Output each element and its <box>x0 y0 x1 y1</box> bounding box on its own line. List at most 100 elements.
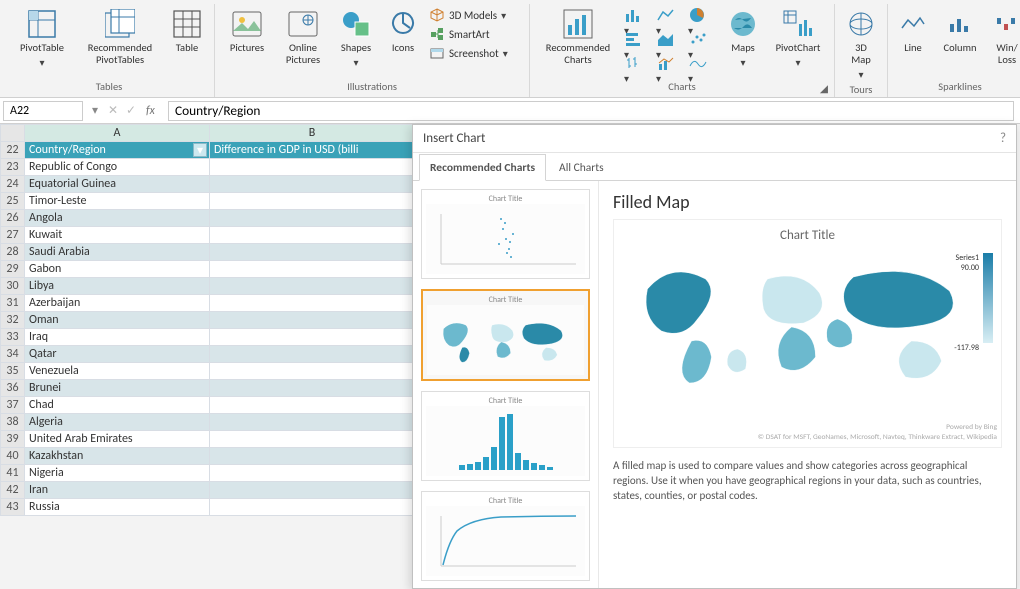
chart-thumbnail-scatter[interactable]: Chart Title <box>421 189 590 279</box>
cell-country[interactable]: Venezuela <box>25 363 210 380</box>
table-row[interactable]: 32Oman <box>1 312 415 329</box>
column-chart-button[interactable]: ▾ <box>624 6 654 28</box>
table-row[interactable]: 39United Arab Emirates <box>1 431 415 448</box>
table-header-gdp[interactable]: Difference in GDP in USD (billi <box>210 142 415 159</box>
table-row[interactable]: 29Gabon <box>1 261 415 278</box>
fx-label[interactable]: fx <box>140 104 168 118</box>
formula-input[interactable] <box>168 101 1014 121</box>
combo-chart-button[interactable]: ▾ <box>656 54 686 76</box>
row-header[interactable]: 31 <box>1 295 25 312</box>
table-header-country[interactable]: Country/Region ▾ <box>25 142 210 159</box>
recommended-charts-button[interactable]: Recommended Charts <box>536 4 620 66</box>
column-header-b[interactable]: B <box>210 125 415 142</box>
table-row[interactable]: 30Libya <box>1 278 415 295</box>
cell-country[interactable]: Equatorial Guinea <box>25 176 210 193</box>
stock-chart-button[interactable]: ▾ <box>624 54 654 76</box>
cell-country[interactable]: Libya <box>25 278 210 295</box>
table-row[interactable]: 42Iran <box>1 482 415 499</box>
sparkline-column-button[interactable]: Column <box>936 4 984 54</box>
row-header[interactable]: 38 <box>1 414 25 431</box>
cell-gdp[interactable] <box>210 448 415 465</box>
cell-gdp[interactable] <box>210 312 415 329</box>
cell-gdp[interactable] <box>210 380 415 397</box>
row-header[interactable]: 24 <box>1 176 25 193</box>
row-header[interactable]: 32 <box>1 312 25 329</box>
tab-all-charts[interactable]: All Charts <box>548 154 615 180</box>
confirm-icon[interactable]: ✓ <box>122 103 140 118</box>
name-box[interactable] <box>3 101 83 121</box>
preview-chart[interactable]: Chart Title <box>613 219 1002 448</box>
cell-country[interactable]: Nigeria <box>25 465 210 482</box>
cell-country[interactable]: Azerbaijan <box>25 295 210 312</box>
row-header[interactable]: 25 <box>1 193 25 210</box>
row-header[interactable]: 28 <box>1 244 25 261</box>
cell-gdp[interactable] <box>210 227 415 244</box>
row-header[interactable]: 35 <box>1 363 25 380</box>
row-header[interactable]: 40 <box>1 448 25 465</box>
column-header-a[interactable]: A <box>25 125 210 142</box>
row-header[interactable]: 29 <box>1 261 25 278</box>
row-header[interactable]: 42 <box>1 482 25 499</box>
area-chart-button[interactable]: ▾ <box>656 30 686 52</box>
name-box-dropdown-icon[interactable]: ▾ <box>86 103 104 118</box>
cell-gdp[interactable] <box>210 363 415 380</box>
online-pictures-button[interactable]: Online Pictures <box>277 4 329 66</box>
cell-gdp[interactable] <box>210 159 415 176</box>
bar-chart-button[interactable]: ▾ <box>624 30 654 52</box>
cell-country[interactable]: Republic of Congo <box>25 159 210 176</box>
recommended-pivottables-button[interactable]: Recommended PivotTables <box>78 4 162 66</box>
cell-country[interactable]: Timor-Leste <box>25 193 210 210</box>
select-all-corner[interactable] <box>1 125 25 142</box>
cell-country[interactable]: Angola <box>25 210 210 227</box>
cell-gdp[interactable] <box>210 176 415 193</box>
surface-chart-button[interactable]: ▾ <box>688 54 718 76</box>
cell-gdp[interactable] <box>210 261 415 278</box>
row-header[interactable]: 43 <box>1 499 25 516</box>
sparkline-winloss-button[interactable]: Win/ Loss <box>988 4 1020 66</box>
table-row[interactable]: 38Algeria <box>1 414 415 431</box>
cell-gdp[interactable] <box>210 482 415 499</box>
3d-models-button[interactable]: 3D Models ▾ <box>427 6 523 24</box>
table-button[interactable]: Table <box>166 4 208 54</box>
cell-country[interactable]: Iran <box>25 482 210 499</box>
cell-gdp[interactable] <box>210 414 415 431</box>
row-header[interactable]: 23 <box>1 159 25 176</box>
table-row[interactable]: 36Brunei <box>1 380 415 397</box>
cancel-icon[interactable]: ✕ <box>104 103 122 118</box>
shapes-button[interactable]: Shapes ▾ <box>333 4 379 69</box>
filter-dropdown-icon[interactable]: ▾ <box>193 143 207 157</box>
cell-gdp[interactable] <box>210 193 415 210</box>
cell-gdp[interactable] <box>210 210 415 227</box>
row-header[interactable]: 26 <box>1 210 25 227</box>
cell-gdp[interactable] <box>210 278 415 295</box>
line-chart-button[interactable]: ▾ <box>656 6 686 28</box>
table-row[interactable]: 25Timor-Leste <box>1 193 415 210</box>
cell-country[interactable]: Algeria <box>25 414 210 431</box>
chart-thumbnail-column[interactable]: Chart Title <box>421 391 590 481</box>
table-row[interactable]: 27Kuwait <box>1 227 415 244</box>
table-row[interactable]: 41Nigeria <box>1 465 415 482</box>
cell-gdp[interactable] <box>210 431 415 448</box>
row-header[interactable]: 33 <box>1 329 25 346</box>
cell-country[interactable]: United Arab Emirates <box>25 431 210 448</box>
cell-gdp[interactable] <box>210 465 415 482</box>
cell-country[interactable]: Russia <box>25 499 210 516</box>
pictures-button[interactable]: Pictures <box>221 4 273 54</box>
cell-country[interactable]: Qatar <box>25 346 210 363</box>
cell-gdp[interactable] <box>210 397 415 414</box>
table-row[interactable]: 23Republic of Congo <box>1 159 415 176</box>
help-icon[interactable]: ? <box>1000 131 1006 146</box>
smartart-button[interactable]: SmartArt <box>427 25 523 43</box>
row-header[interactable]: 41 <box>1 465 25 482</box>
table-row[interactable]: 31Azerbaijan <box>1 295 415 312</box>
row-header[interactable]: 36 <box>1 380 25 397</box>
cell-country[interactable]: Oman <box>25 312 210 329</box>
cell-country[interactable]: Kuwait <box>25 227 210 244</box>
tab-recommended-charts[interactable]: Recommended Charts <box>419 154 546 181</box>
table-row[interactable]: 35Venezuela <box>1 363 415 380</box>
cell-country[interactable]: Saudi Arabia <box>25 244 210 261</box>
worksheet-grid[interactable]: A B 22 Country/Region ▾ Difference in GD… <box>0 124 415 516</box>
table-row[interactable]: 26Angola <box>1 210 415 227</box>
screenshot-button[interactable]: Screenshot ▾ <box>427 44 523 62</box>
pivottable-button[interactable]: PivotTable ▾ <box>10 4 74 69</box>
